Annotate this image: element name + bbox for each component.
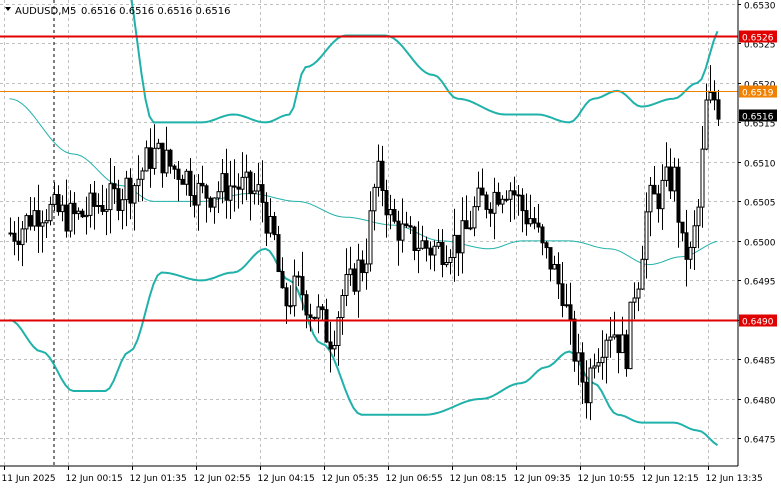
- time-tick-label: 12 Jun 01:35: [130, 474, 187, 484]
- current-price-label: 0.6516: [742, 113, 774, 123]
- level-label: 0.6490: [742, 318, 774, 328]
- price-tick-label: 0.6495: [744, 278, 776, 288]
- time-tick-label: 12 Jun 06:55: [386, 474, 443, 484]
- time-tick-label: 12 Jun 08:15: [450, 474, 507, 484]
- chart-header: AUDUSD,M5 0.6516 0.6516 0.6516 0.6516: [5, 6, 231, 17]
- chart-window[interactable]: 0.65300.65250.65200.65150.65100.65050.65…: [0, 0, 781, 489]
- time-tick-label: 12 Jun 00:15: [66, 474, 123, 484]
- time-tick-label: 12 Jun 09:35: [514, 474, 571, 484]
- ohlc-values: 0.6516 0.6516 0.6516 0.6516: [81, 6, 231, 17]
- price-tick-label: 0.6530: [744, 2, 776, 12]
- time-tick-label: 12 Jun 05:35: [322, 474, 379, 484]
- time-tick-label: 12 Jun 13:35: [706, 474, 763, 484]
- time-tick-label: 12 Jun 02:55: [194, 474, 251, 484]
- price-tick-label: 0.6485: [744, 357, 776, 367]
- time-tick-label: 12 Jun 10:55: [578, 474, 635, 484]
- symbol-timeframe: AUDUSD,M5: [15, 6, 76, 17]
- time-tick-label: 11 Jun 2025: [2, 474, 56, 484]
- price-tick-label: 0.6500: [744, 239, 776, 249]
- price-tick-label: 0.6480: [744, 397, 776, 407]
- time-tick-label: 12 Jun 12:15: [642, 474, 699, 484]
- price-tick-label: 0.6505: [744, 199, 776, 209]
- time-tick-label: 12 Jun 04:15: [258, 474, 315, 484]
- price-tick-label: 0.6475: [744, 436, 776, 446]
- price-chart[interactable]: 0.65300.65250.65200.65150.65100.65050.65…: [0, 0, 781, 489]
- level-label: 0.6519: [742, 89, 774, 99]
- candle: [628, 301, 633, 370]
- level-label: 0.6526: [742, 34, 774, 44]
- price-tick-label: 0.6510: [744, 160, 776, 170]
